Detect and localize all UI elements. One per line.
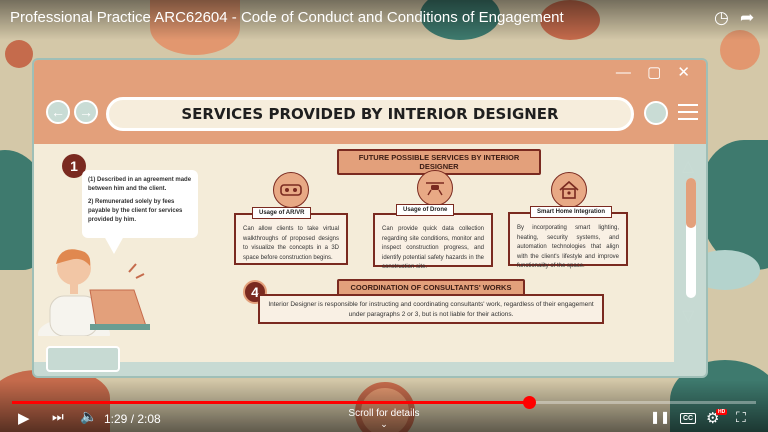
scroll-hint-label: Scroll for details [348, 408, 420, 419]
share-icon[interactable]: ➦ [740, 8, 754, 28]
progress-bar[interactable] [12, 396, 756, 409]
menu-icon [678, 104, 698, 125]
bubble-line-2: 2) Remunerated solely by fees payable by… [88, 198, 183, 224]
triangle-up-icon: △ [682, 158, 695, 175]
fullscreen-icon[interactable]: ⛶ [736, 409, 746, 426]
clock-icon[interactable]: ◷ [714, 8, 729, 28]
service-description-arvr: Can allow clients to take virtual walkth… [234, 213, 348, 265]
next-icon[interactable]: ⏭ [52, 409, 64, 425]
video-title[interactable]: Professional Practice ARC62604 - Code of… [10, 9, 564, 26]
play-icon[interactable]: ▶ [18, 409, 30, 427]
scroll-for-details[interactable]: Scroll for details ⌄ [340, 408, 428, 430]
service-description-drone: Can provide quick data collection regard… [373, 213, 493, 270]
volume-icon[interactable]: 🔈 [80, 408, 97, 425]
smart-home-icon [551, 172, 587, 208]
slide-title: SERVICES PROVIDED BY INTERIOR DESIGNER [181, 105, 559, 123]
scroll-thumb [686, 178, 696, 228]
back-arrow-icon: ← [46, 100, 70, 124]
speech-bubble: (1) Described in an agreement made betwe… [82, 170, 198, 238]
progress-scrubber[interactable] [523, 396, 537, 409]
chevron-down-icon: ⌄ [380, 419, 388, 429]
autoplay-toggle-icon[interactable]: ❚❚ [650, 410, 670, 424]
slide-scrollbar: △ ▽ [678, 156, 704, 326]
service-label-smart-home: Smart Home Integration [530, 206, 613, 218]
service-label-drone: Usage of Drone [396, 204, 455, 216]
service-description-smart-home: By incorporating smart lighting, heating… [508, 212, 628, 269]
background-shape [5, 40, 33, 68]
bubble-line-1: (1) Described in an agreement made betwe… [88, 177, 192, 193]
time-display: 1:29 / 2:08 [104, 412, 161, 426]
vr-headset-icon [273, 172, 309, 208]
coordination-description: Interior Designer is responsible for ins… [258, 294, 604, 324]
window-controls: — ▢ ✕ [615, 64, 696, 81]
captions-button[interactable]: CC [680, 413, 696, 424]
progress-played [12, 401, 530, 404]
slide-title-bar: SERVICES PROVIDED BY INTERIOR DESIGNER [106, 97, 634, 131]
footer-box [46, 346, 120, 372]
drone-icon [417, 170, 453, 206]
triangle-down-icon: ▽ [682, 308, 695, 325]
designer-illustration [38, 249, 150, 336]
hd-badge: HD [716, 409, 728, 415]
service-label-arvr: Usage of AR/VR [252, 207, 312, 219]
circle-icon [644, 101, 668, 125]
forward-arrow-icon: → [74, 100, 98, 124]
